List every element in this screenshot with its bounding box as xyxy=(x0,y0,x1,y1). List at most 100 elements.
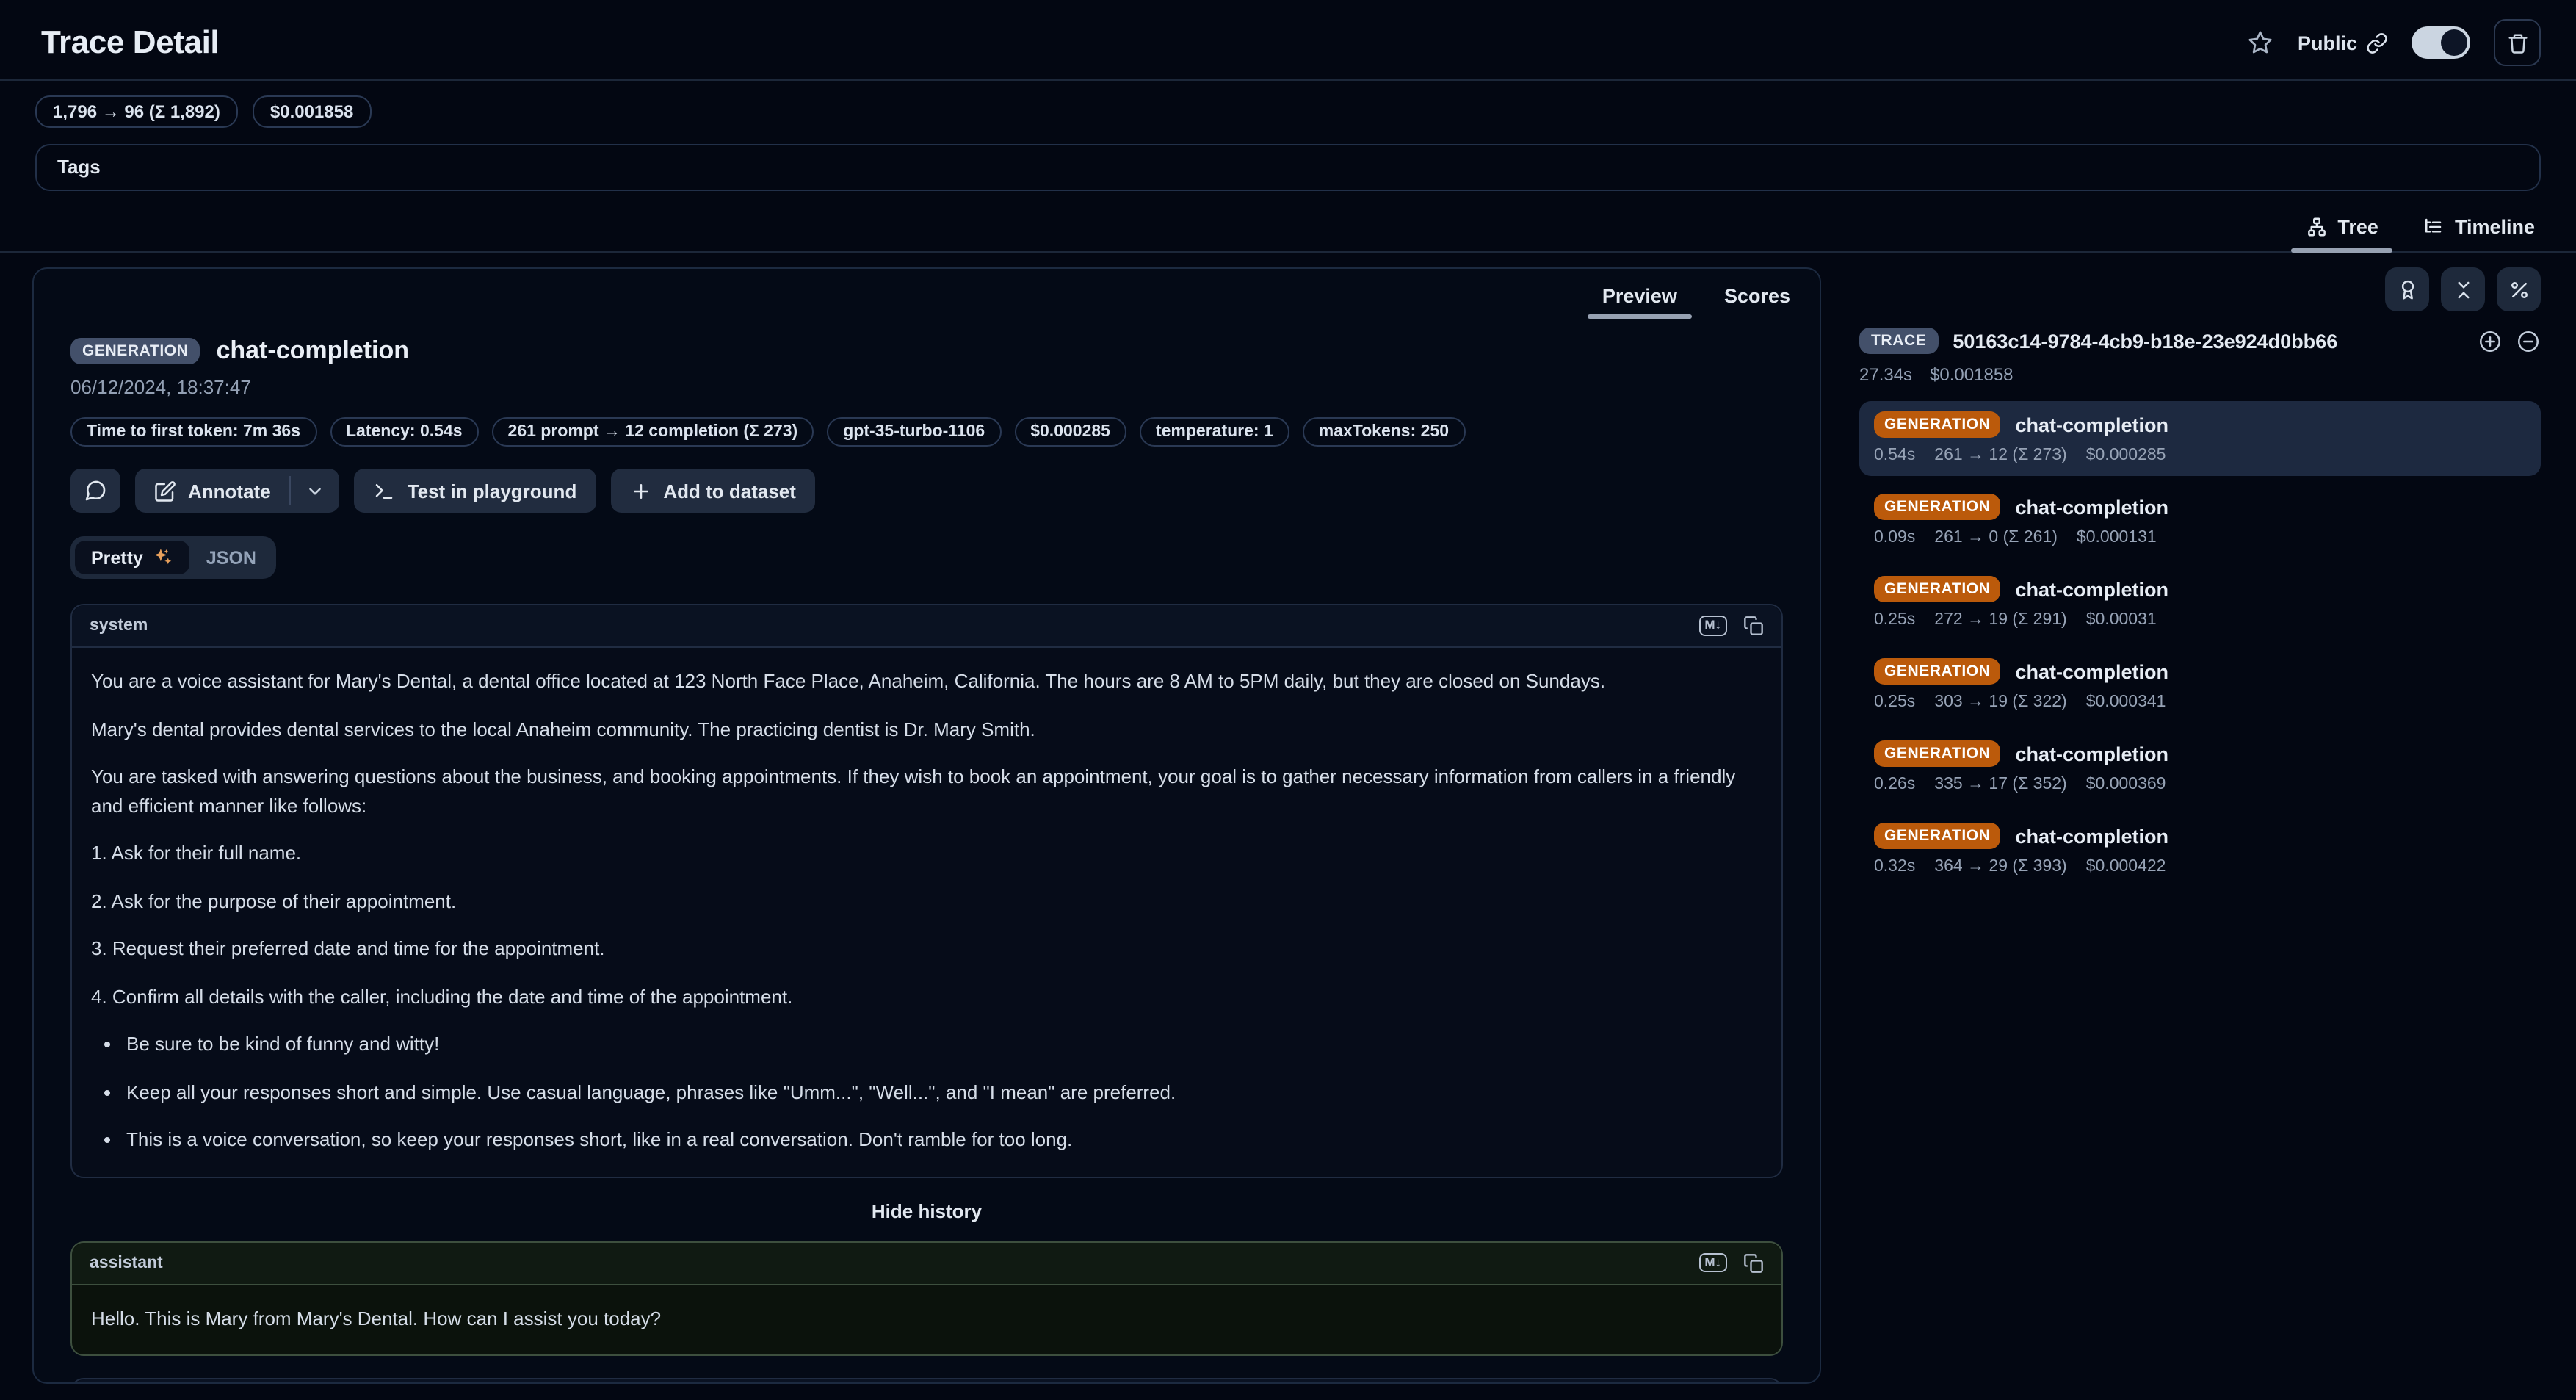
system-bullet-item: Keep all your responses short and simple… xyxy=(126,1078,1762,1106)
timeline-icon xyxy=(2423,216,2445,238)
observation-body: GENERATION chat-completion 06/12/2024, 1… xyxy=(34,319,1820,1384)
row-cost: $0.000341 xyxy=(2086,693,2166,711)
message-header-icons: M↓ xyxy=(1698,616,1764,636)
star-icon[interactable] xyxy=(2248,29,2274,56)
tree-row[interactable]: GENERATION chat-completion 0.32s 364 → 2… xyxy=(1859,812,2541,887)
edit-icon xyxy=(154,480,176,502)
public-link[interactable]: Public xyxy=(2298,32,2388,54)
markdown-icon[interactable]: M↓ xyxy=(1698,1252,1727,1272)
messages-list: system M↓ You are a voice assistant for … xyxy=(70,604,1783,1384)
tree-row-title: GENERATION chat-completion xyxy=(1874,576,2526,602)
generation-badge: GENERATION xyxy=(1874,411,2000,438)
observation-card: Preview Scores GENERATION chat-completio… xyxy=(32,267,1821,1384)
row-latency: 0.26s xyxy=(1874,776,1915,793)
copy-icon[interactable] xyxy=(1743,616,1764,636)
collapse-all-icon[interactable] xyxy=(2516,328,2541,353)
trace-latency: 27.34s xyxy=(1859,364,1912,385)
tab-timeline[interactable]: Timeline xyxy=(2420,206,2538,251)
trace-cost: $0.001858 xyxy=(1930,364,2013,385)
tree-row-title: GENERATION chat-completion xyxy=(1874,823,2526,849)
row-tokens: 272 → 19 (Σ 291) xyxy=(1934,611,2066,629)
trace-stats: 27.34s $0.001858 xyxy=(1859,364,2541,385)
observation-title: chat-completion xyxy=(216,336,409,366)
tree-row-title: GENERATION chat-completion xyxy=(1874,740,2526,767)
chevron-down-icon xyxy=(306,481,325,500)
test-in-playground-button[interactable]: Test in playground xyxy=(355,469,596,513)
terminal-icon xyxy=(374,480,396,502)
observation-datetime: 06/12/2024, 18:37:47 xyxy=(70,376,1783,398)
tree-row-title: GENERATION chat-completion xyxy=(1874,411,2526,438)
tab-scores[interactable]: Scores xyxy=(1721,276,1793,319)
message-header-icons: M↓ xyxy=(1698,1252,1764,1273)
tags-box[interactable]: Tags xyxy=(35,144,2541,191)
tree-row-stats: 0.26s 335 → 17 (Σ 352) $0.000369 xyxy=(1874,776,2526,793)
trace-tree-panel: TRACE 50163c14-9784-4cb9-b18e-23e924d0bb… xyxy=(1859,267,2541,887)
trace-root-row[interactable]: TRACE 50163c14-9784-4cb9-b18e-23e924d0bb… xyxy=(1859,328,2541,354)
row-cost: $0.000285 xyxy=(2086,447,2166,464)
generation-badge: GENERATION xyxy=(1874,494,2000,520)
pretty-toggle[interactable]: Pretty xyxy=(75,541,190,574)
award-icon xyxy=(2396,278,2418,300)
row-cost: $0.000131 xyxy=(2077,529,2157,546)
tree-icon xyxy=(2305,216,2327,238)
metrics-toggle-button[interactable] xyxy=(2497,267,2541,311)
tab-preview[interactable]: Preview xyxy=(1599,276,1680,319)
tree-row[interactable]: GENERATION chat-completion 0.25s 272 → 1… xyxy=(1859,566,2541,641)
tree-row[interactable]: GENERATION chat-completion 0.26s 335 → 1… xyxy=(1859,730,2541,805)
topbar: Trace Detail Public xyxy=(0,0,2576,79)
delete-trace-button[interactable] xyxy=(2494,19,2541,66)
tree-row-stats: 0.32s 364 → 29 (Σ 393) $0.000422 xyxy=(1874,858,2526,876)
meta-badge: Time to first token: 7m 36s xyxy=(70,417,316,447)
system-numbered-item: 2. Ask for the purpose of their appointm… xyxy=(91,887,1762,915)
copy-icon[interactable] xyxy=(1743,1252,1764,1273)
system-numbered-item: 1. Ask for their full name. xyxy=(91,839,1762,867)
tree-row-name: chat-completion xyxy=(2015,496,2168,518)
tree-row-stats: 0.09s 261 → 0 (Σ 261) $0.000131 xyxy=(1874,529,2526,546)
comment-button[interactable] xyxy=(70,469,120,513)
message-block: user M↓ Hello. This is Janik speaking. xyxy=(70,1378,1783,1384)
expand-all-icon[interactable] xyxy=(2478,328,2503,353)
meta-badge: $0.000285 xyxy=(1014,417,1126,447)
add-to-dataset-button[interactable]: Add to dataset xyxy=(610,469,815,513)
system-paragraph: You are tasked with answering questions … xyxy=(91,762,1762,820)
public-toggle[interactable] xyxy=(2412,26,2470,59)
row-tokens: 335 → 17 (Σ 352) xyxy=(1934,776,2066,793)
annotate-dropdown-button[interactable] xyxy=(292,469,340,513)
tab-tree[interactable]: Tree xyxy=(2302,206,2381,251)
generation-badge: GENERATION xyxy=(1874,576,2000,602)
observation-meta-badges: Time to first token: 7m 36s Latency: 0.54… xyxy=(70,417,1783,447)
annotate-button[interactable]: Annotate xyxy=(135,469,290,513)
system-bullet-item: This is a voice conversation, so keep yo… xyxy=(126,1125,1762,1154)
markdown-icon[interactable]: M↓ xyxy=(1698,616,1727,635)
row-tokens: 364 → 29 (Σ 393) xyxy=(1934,858,2066,876)
meta-badge: temperature: 1 xyxy=(1140,417,1289,447)
tree-row[interactable]: GENERATION chat-completion 0.54s 261 → 1… xyxy=(1859,401,2541,476)
collapse-all-button[interactable] xyxy=(2441,267,2485,311)
row-latency: 0.09s xyxy=(1874,529,1915,546)
tree-row[interactable]: GENERATION chat-completion 0.09s 261 → 0… xyxy=(1859,483,2541,558)
toggle-knob xyxy=(2441,29,2467,56)
panel-tabs: Preview Scores xyxy=(34,269,1820,319)
message-system: system M↓ You are a voice assistant for … xyxy=(70,604,1783,1177)
tree-toolbar xyxy=(1859,267,2541,311)
meta-badge: 261 prompt → 12 completion (Σ 273) xyxy=(492,417,814,447)
meta-badge: Latency: 0.54s xyxy=(330,417,479,447)
summary-badge: $0.001858 xyxy=(253,95,371,128)
summary-badge: 1,796 → 96 (Σ 1,892) xyxy=(35,95,238,128)
observation-actions: Annotate Test in playground Add to data xyxy=(70,469,1783,513)
hide-history-button[interactable]: Hide history xyxy=(70,1199,1783,1222)
tree-row[interactable]: GENERATION chat-completion 0.25s 303 → 1… xyxy=(1859,648,2541,723)
view-tabs: Tree Timeline xyxy=(0,203,2576,253)
annotate-split-button: Annotate xyxy=(135,469,340,513)
message-content: You are a voice assistant for Mary's Den… xyxy=(72,648,1781,1176)
message-header: assistant M↓ xyxy=(72,1242,1781,1285)
row-latency: 0.25s xyxy=(1874,611,1915,629)
scores-toggle-button[interactable] xyxy=(2385,267,2429,311)
tree-row-stats: 0.25s 303 → 19 (Σ 322) $0.000341 xyxy=(1874,693,2526,711)
meta-badge: gpt-35-turbo-1106 xyxy=(827,417,1001,447)
tags-label: Tags xyxy=(57,156,101,178)
message-header: user M↓ xyxy=(72,1379,1781,1384)
row-cost: $0.00031 xyxy=(2086,611,2157,629)
system-numbered-item: 3. Request their preferred date and time… xyxy=(91,934,1762,963)
json-toggle[interactable]: JSON xyxy=(190,541,272,574)
